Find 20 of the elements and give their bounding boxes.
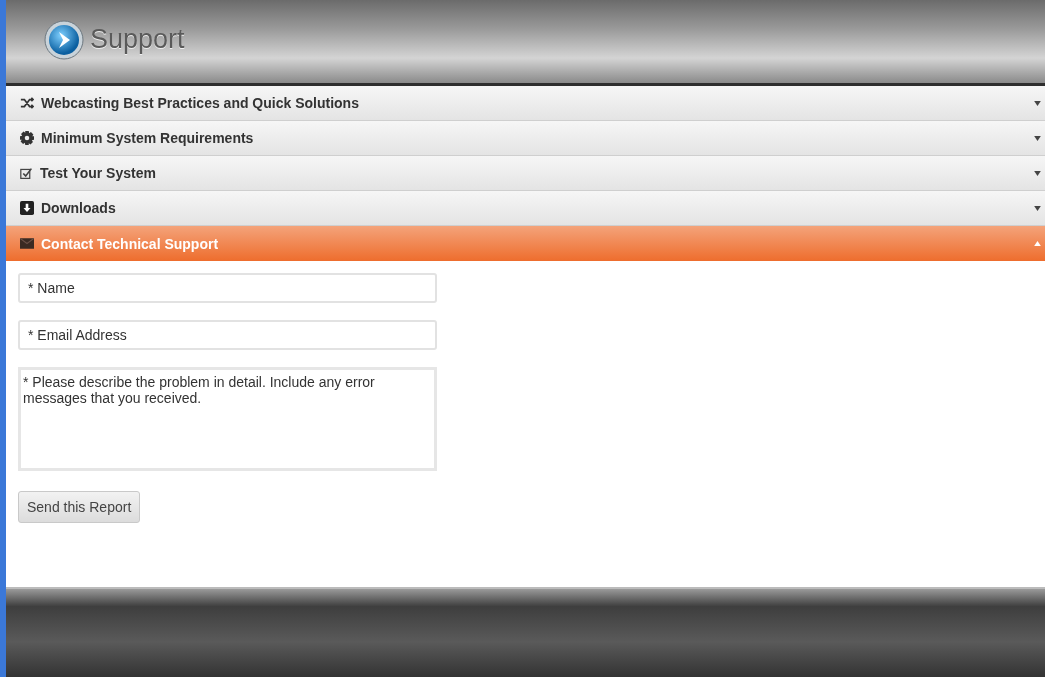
send-report-button[interactable]: Send this Report	[18, 491, 141, 523]
gear-icon	[20, 131, 34, 145]
checkbox-icon	[20, 166, 33, 180]
caret-down-icon	[1034, 100, 1041, 106]
accordion-header[interactable]: Webcasting Best Practices and Quick Solutions	[6, 86, 1045, 121]
email-field[interactable]: * Email Address	[18, 320, 437, 350]
download-icon	[20, 201, 34, 215]
accordion-header[interactable]: Downloads	[6, 191, 1045, 226]
envelope-icon	[20, 238, 34, 249]
name-field[interactable]: * Name	[18, 273, 437, 303]
caret-down-icon	[1034, 170, 1041, 176]
accordion-header[interactable]: Test Your System	[6, 156, 1045, 191]
accordion-header[interactable]: Minimum System Requirements	[6, 121, 1045, 156]
caret-up-icon	[1034, 241, 1041, 246]
shuffle-icon	[20, 96, 34, 110]
page-title: Support	[90, 24, 185, 55]
caret-down-icon	[1034, 135, 1041, 141]
caret-down-icon	[1034, 205, 1041, 211]
logo-icon	[44, 19, 84, 60]
problem-description-field[interactable]: * Please describe the problem in detail. Include any error messages that you received.	[18, 367, 437, 471]
